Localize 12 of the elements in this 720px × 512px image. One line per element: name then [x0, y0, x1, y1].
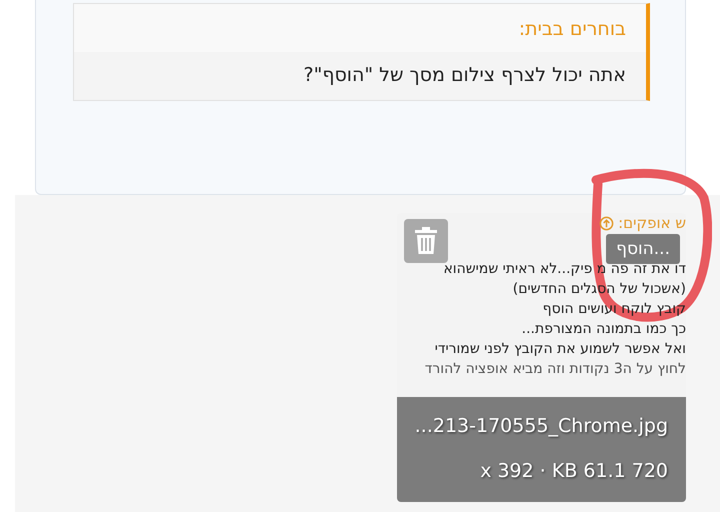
delete-button[interactable] [404, 219, 448, 263]
trash-icon [414, 227, 438, 255]
more-button[interactable]: הוסף... [606, 234, 680, 264]
quote-text: אתה יכול לצרף צילום מסך של "הוסף"? [302, 63, 627, 88]
file-details: x 392 · KB 61.1 720 [480, 460, 668, 482]
quoted-text-line: כך כמו בתמונה המצורפת... [520, 320, 686, 339]
quoted-author: ש אופקים: [618, 214, 686, 232]
quote-author: בוחרים בבית: [74, 4, 646, 52]
quoted-text-line: ואל אפשר לשמוע את הקובץ לפני שמורידי [434, 340, 686, 359]
quoted-text-line: לחוץ על ה3 נקודות וזה מביא אופציה להורד [424, 360, 686, 379]
file-name: ...213-170555_Chrome.jpg [414, 414, 668, 437]
arrow-up-circle-icon[interactable] [599, 216, 614, 230]
